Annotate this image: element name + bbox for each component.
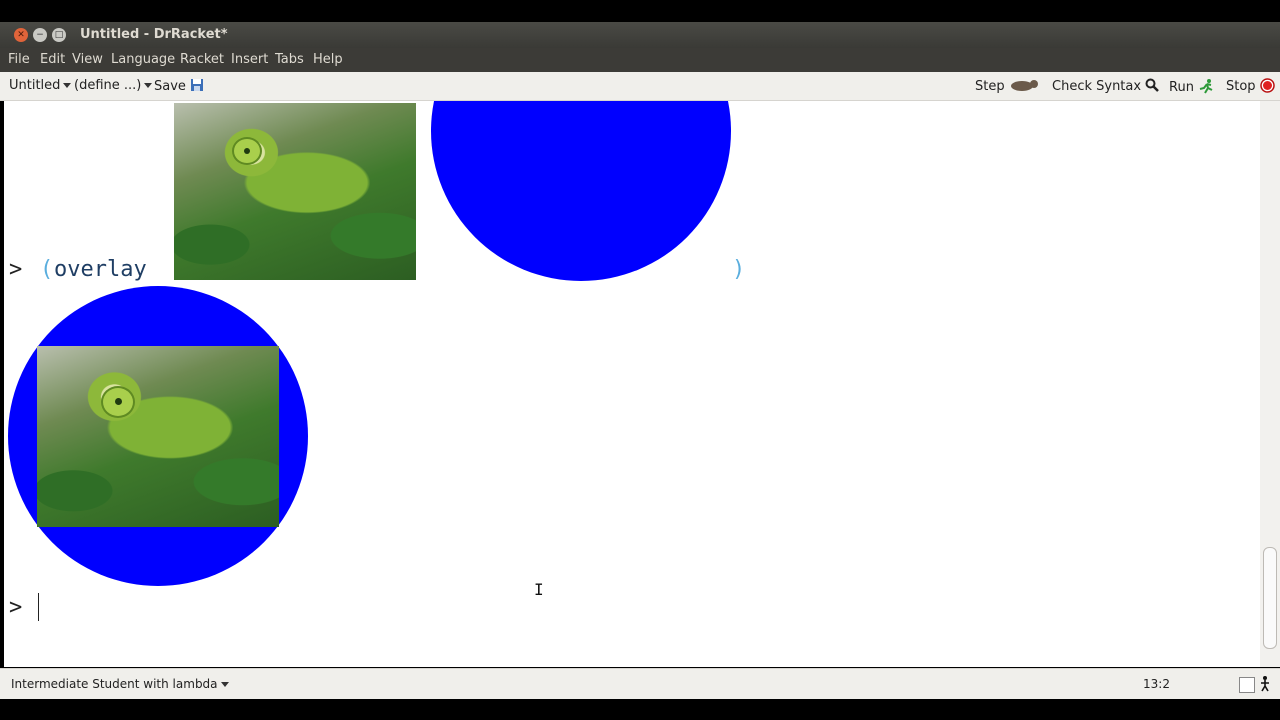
menu-view[interactable]: View bbox=[72, 52, 103, 67]
running-man-icon bbox=[1199, 79, 1213, 94]
language-selector[interactable]: Intermediate Student with lambda bbox=[11, 677, 229, 691]
menu-insert[interactable]: Insert bbox=[231, 52, 268, 67]
floppy-disk-icon bbox=[191, 79, 204, 91]
save-label: Save bbox=[154, 79, 186, 94]
ibeam-cursor-icon: I bbox=[534, 580, 544, 599]
menu-racket[interactable]: Racket bbox=[180, 52, 224, 67]
menu-bar: File Edit View Language Racket Insert Ta… bbox=[0, 48, 1280, 72]
result-chameleon-image bbox=[37, 346, 279, 527]
chevron-down-icon bbox=[220, 682, 229, 687]
file-dropdown[interactable]: Untitled bbox=[9, 78, 72, 93]
close-paren: ) bbox=[732, 257, 746, 282]
running-figure-icon bbox=[1261, 676, 1269, 692]
step-button[interactable]: Step bbox=[975, 78, 1039, 94]
chevron-down-icon bbox=[144, 83, 153, 88]
scrollbar-thumb[interactable] bbox=[1263, 547, 1277, 649]
vertical-scrollbar[interactable] bbox=[1260, 101, 1280, 667]
status-bar: Intermediate Student with lambda 13:2 bbox=[0, 668, 1280, 699]
blue-circle-image bbox=[431, 101, 731, 281]
menu-language[interactable]: Language bbox=[111, 52, 175, 67]
run-button[interactable]: Run bbox=[1169, 78, 1214, 95]
step-label: Step bbox=[975, 79, 1005, 94]
file-dropdown-label: Untitled bbox=[9, 78, 61, 93]
toolbar: Untitled (define ...) Save Step Check Sy… bbox=[0, 72, 1280, 101]
chevron-down-icon bbox=[63, 83, 72, 88]
define-dropdown[interactable]: (define ...) bbox=[74, 78, 153, 93]
maximize-window-icon[interactable]: □ bbox=[52, 28, 66, 42]
magnifier-icon bbox=[1145, 78, 1160, 92]
function-name: overlay bbox=[54, 257, 147, 282]
text-cursor bbox=[38, 593, 39, 621]
footprint-icon bbox=[1010, 80, 1038, 91]
save-button[interactable]: Save bbox=[154, 78, 204, 94]
interactions-window[interactable]: > ( overlay ) > bbox=[4, 101, 1260, 667]
chameleon-image bbox=[174, 103, 416, 280]
menu-file[interactable]: File bbox=[8, 52, 30, 67]
define-dropdown-label: (define ...) bbox=[74, 78, 142, 93]
window-title: Untitled - DrRacket* bbox=[80, 27, 228, 42]
repl-prompt-2: > bbox=[9, 595, 23, 620]
menu-help[interactable]: Help bbox=[313, 52, 343, 67]
language-label: Intermediate Student with lambda bbox=[11, 677, 218, 691]
cursor-position: 13:2 bbox=[1143, 677, 1170, 691]
stop-label: Stop bbox=[1226, 79, 1256, 94]
check-syntax-button[interactable]: Check Syntax bbox=[1052, 78, 1160, 94]
menu-edit[interactable]: Edit bbox=[40, 52, 65, 67]
close-window-icon[interactable]: ✕ bbox=[14, 28, 28, 42]
repl-prompt: > bbox=[9, 257, 23, 282]
run-label: Run bbox=[1169, 80, 1194, 95]
open-paren: ( bbox=[40, 257, 54, 282]
stop-circle-icon bbox=[1259, 78, 1275, 93]
check-syntax-label: Check Syntax bbox=[1052, 79, 1142, 94]
read-only-checkbox[interactable] bbox=[1239, 677, 1255, 693]
stop-button[interactable]: Stop bbox=[1226, 78, 1275, 94]
minimize-window-icon[interactable]: − bbox=[33, 28, 47, 42]
title-bar: ✕ − □ Untitled - DrRacket* bbox=[0, 22, 1280, 48]
menu-tabs[interactable]: Tabs bbox=[275, 52, 304, 67]
